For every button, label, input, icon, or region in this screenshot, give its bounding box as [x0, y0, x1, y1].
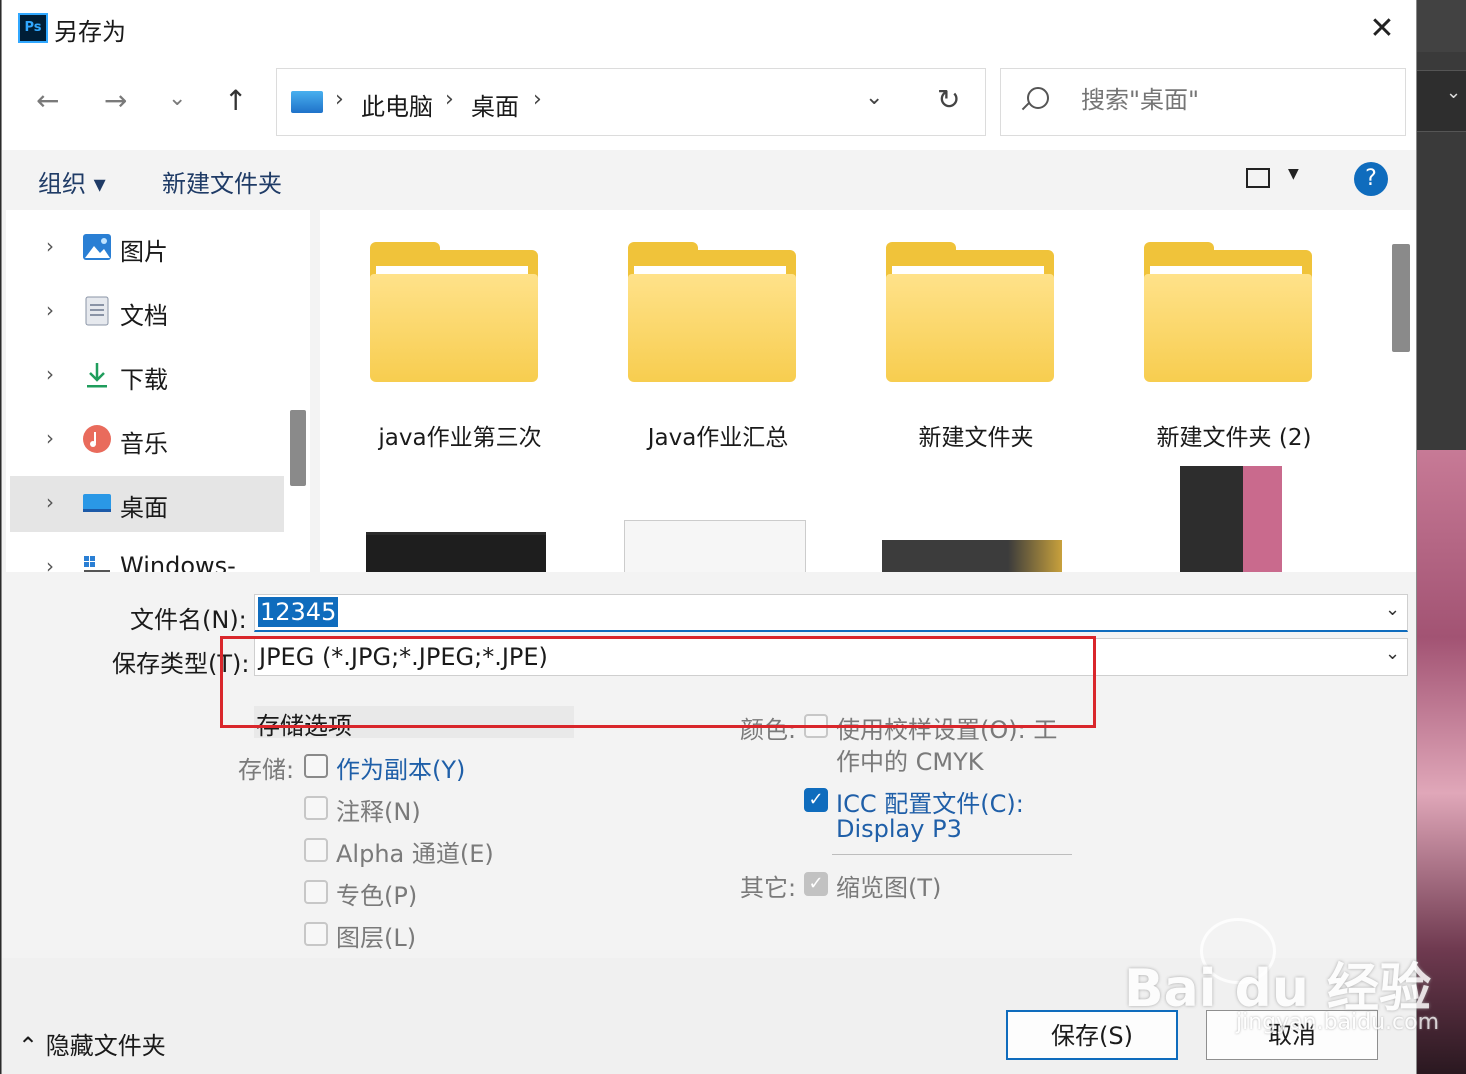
save-as-dialog: Ps 另存为 ✕ ← → ⌄ ↑ › 此电脑 › 桌面 › ⌄ ↻ 组织 ▾ 新… [2, 0, 1416, 1074]
filename-field[interactable]: 12345 ⌄ [254, 594, 1408, 632]
sidebar-item-downloads[interactable]: › 下载 [10, 348, 284, 404]
as-copy-checkbox[interactable] [304, 754, 328, 778]
icc-profile-label[interactable]: ICC 配置文件(C): [836, 784, 1024, 819]
this-pc-icon [291, 91, 323, 113]
layers-label: 图层(L) [336, 924, 417, 952]
folder-name: 新建文件夹 [918, 425, 1034, 451]
filename-label: 文件名(N): [130, 606, 247, 634]
notes-checkbox[interactable] [304, 796, 328, 820]
as-copy-label[interactable]: 作为副本(Y) [336, 750, 465, 785]
breadcrumb-separator-icon: › [445, 87, 454, 112]
spot-color-label: 专色(P) [336, 882, 418, 910]
background-chevron-icon: ⌄ [1446, 82, 1462, 103]
spot-color-checkbox[interactable] [304, 880, 328, 904]
expand-chevron-icon[interactable]: › [46, 298, 54, 322]
notes-label: 注释(N) [336, 798, 421, 826]
pictures-icon [83, 234, 111, 260]
file-list-scrollbar[interactable] [1392, 244, 1410, 352]
sidebar-item-windows-ssd[interactable]: › Windows-SSD [10, 540, 284, 572]
drive-icon [84, 556, 110, 572]
dialog-title: 另存为 [54, 18, 126, 46]
filetype-dropdown-icon[interactable]: ⌄ [1385, 643, 1400, 664]
navigation-bar: ← → ⌄ ↑ › 此电脑 › 桌面 › ⌄ ↻ [2, 58, 1416, 150]
folder-item[interactable]: Java作业汇总 [598, 242, 798, 470]
address-dropdown-button[interactable]: ⌄ [865, 85, 883, 110]
folder-name: 新建文件夹 (2) [1156, 425, 1312, 451]
expand-chevron-icon[interactable]: › [46, 426, 54, 450]
alpha-channel-label: Alpha 通道(E) [336, 840, 494, 868]
desktop-icon [83, 494, 111, 512]
highlight-annotation-box [220, 636, 1096, 728]
sidebar-item-label: 图片 [120, 238, 168, 266]
breadcrumb-desktop[interactable]: 桌面 [471, 87, 519, 122]
expand-chevron-icon[interactable]: › [46, 362, 54, 386]
sidebar-item-documents[interactable]: › 文档 [10, 284, 284, 340]
sidebar-item-label: 文档 [120, 302, 168, 330]
refresh-button[interactable]: ↻ [937, 83, 960, 116]
proof-setup-label-line2: 作中的 CMYK [836, 748, 984, 776]
breadcrumb-separator-icon: › [335, 87, 344, 112]
organize-menu[interactable]: 组织 ▾ [38, 164, 106, 199]
close-button[interactable]: ✕ [1362, 10, 1402, 50]
sidebar-item-label: 下载 [120, 366, 168, 394]
documents-icon [85, 296, 109, 326]
search-box [1000, 68, 1406, 136]
forward-button[interactable]: → [104, 84, 127, 117]
image-thumbnail[interactable] [624, 520, 806, 572]
recent-locations-button[interactable]: ⌄ [168, 86, 186, 111]
folder-item[interactable]: 新建文件夹 [856, 242, 1056, 470]
alpha-channel-checkbox[interactable] [304, 838, 328, 862]
folder-item[interactable]: java作业第三次 [340, 242, 542, 470]
baidu-watermark-url: jingyan.baidu.com [1236, 1010, 1440, 1035]
expand-chevron-icon[interactable]: › [46, 554, 54, 572]
hide-folders-button[interactable]: ⌃ 隐藏文件夹 [18, 1026, 166, 1061]
file-list: java作业第三次 Java作业汇总 新建文件夹 新建文件夹 (2) [320, 210, 1416, 572]
folder-name: java作业第三次 [378, 425, 542, 451]
background-app-header [1416, 0, 1466, 52]
folder-item[interactable]: 新建文件夹 (2) [1114, 242, 1314, 470]
image-thumbnail[interactable] [366, 532, 546, 572]
music-icon [83, 425, 111, 453]
thumbnail-checkbox[interactable]: ✓ [804, 872, 828, 896]
breadcrumb-this-pc[interactable]: 此电脑 [361, 87, 433, 122]
back-button[interactable]: ← [36, 84, 59, 117]
filename-input[interactable]: 12345 [258, 597, 339, 627]
breadcrumb-separator-icon: › [533, 87, 542, 112]
expand-chevron-icon[interactable]: › [46, 490, 54, 514]
command-bar: 组织 ▾ 新建文件夹 ▼ ? [2, 150, 1416, 210]
filename-dropdown-icon[interactable]: ⌄ [1385, 599, 1400, 620]
save-form: 文件名(N): 12345 ⌄ 保存类型(T): JPEG (*.JPG;*.J… [2, 572, 1416, 958]
downloads-icon [87, 363, 107, 388]
view-options-icon[interactable] [1246, 168, 1270, 188]
icc-profile-value: Display P3 [836, 815, 962, 843]
folder-name: Java作业汇总 [647, 425, 789, 451]
layers-checkbox[interactable] [304, 922, 328, 946]
new-folder-button[interactable]: 新建文件夹 [162, 164, 282, 199]
photoshop-icon: Ps [18, 13, 48, 43]
view-dropdown-icon[interactable]: ▼ [1288, 166, 1299, 182]
save-options-label: 存储: [238, 756, 295, 784]
sidebar-item-label: 音乐 [120, 430, 168, 458]
sidebar-item-music[interactable]: › 音乐 [10, 412, 284, 468]
expand-chevron-icon[interactable]: › [46, 234, 54, 258]
address-bar[interactable]: › 此电脑 › 桌面 › ⌄ ↻ [276, 68, 986, 136]
sidebar-item-label: 桌面 [120, 494, 168, 522]
sidebar-scrollbar[interactable] [290, 410, 306, 486]
sidebar-item-label: Windows-SSD [120, 552, 236, 572]
sidebar-item-desktop[interactable]: › 桌面 [10, 476, 284, 532]
up-button[interactable]: ↑ [224, 84, 247, 117]
sidebar-item-pictures[interactable]: › 图片 [10, 220, 284, 276]
help-button[interactable]: ? [1354, 162, 1388, 196]
thumbnail-label: 缩览图(T) [836, 874, 942, 902]
search-icon [1027, 87, 1049, 109]
other-options-label: 其它: [740, 874, 797, 902]
image-thumbnail[interactable] [1180, 466, 1282, 572]
icc-profile-checkbox[interactable]: ✓ [804, 788, 828, 812]
image-thumbnail[interactable] [882, 540, 1062, 572]
navigation-pane: › 图片 › 文档 › 下载 › 音乐 › 桌面 › Windows-SSD [6, 210, 310, 572]
search-input[interactable] [1079, 85, 1383, 115]
title-bar: Ps 另存为 ✕ [2, 0, 1416, 58]
options-divider [832, 854, 1072, 855]
